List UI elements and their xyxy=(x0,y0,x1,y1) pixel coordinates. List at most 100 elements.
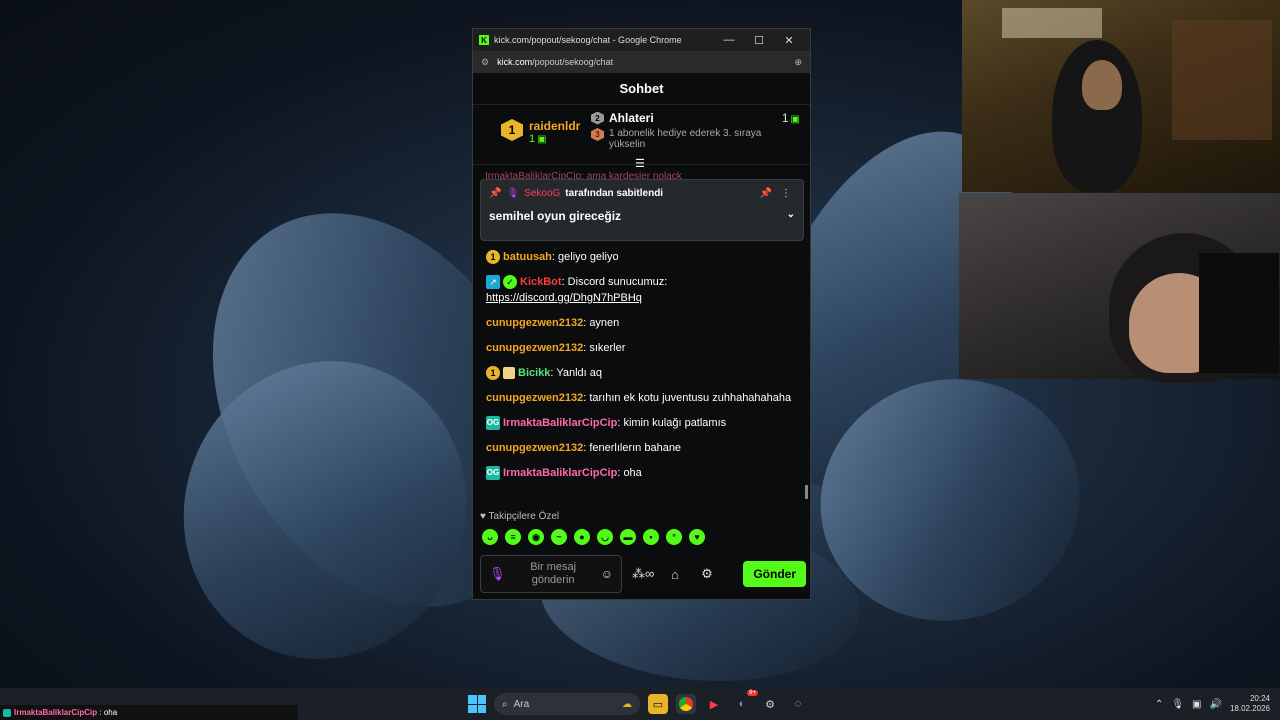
message-placeholder: Bir mesaj gönderin xyxy=(530,561,577,586)
message-input[interactable]: 🎙 Bir mesaj gönderin ☺ xyxy=(480,555,622,593)
taskbar-search[interactable]: ⌕ Ara ☁ xyxy=(494,693,640,715)
settings-gear-icon[interactable]: ⚙ xyxy=(696,566,718,582)
points-icon[interactable]: ⁂∞ xyxy=(632,566,654,582)
collapse-icon[interactable]: ☰ xyxy=(635,157,645,170)
chat-overlay-ticker: IrmaktaBaliklarCipCip : oha xyxy=(0,705,298,720)
gift-icon: ▣ xyxy=(537,134,547,145)
chat-messages: 1 batuusah: geliyo geliyo ↗ ✓ KickBot: Disc… xyxy=(486,249,804,490)
network-icon[interactable]: ▣ xyxy=(1192,699,1201,710)
chat-message: cunupgezwen2132: tarıhın ek kotu juventu… xyxy=(486,390,804,406)
maximize-button[interactable]: ☐ xyxy=(744,34,774,47)
search-highlight-icon: ☁ xyxy=(622,698,632,710)
subscriber-badge-icon: 1 xyxy=(486,366,500,381)
chat-username[interactable]: Bicikk xyxy=(518,367,550,379)
emote-icon[interactable]: ≡ xyxy=(505,529,521,545)
chat-username[interactable]: cunupgezwen2132 xyxy=(486,342,583,354)
send-button[interactable]: Gönder xyxy=(743,561,806,587)
more-options-icon[interactable]: ⋮ xyxy=(777,188,795,199)
leader-second-count: 1 xyxy=(781,111,789,125)
bot-badge-icon: ↗ xyxy=(486,275,500,290)
site-info-icon[interactable]: ⚙ xyxy=(481,57,489,68)
chat-scrollbar[interactable] xyxy=(805,485,808,499)
window-title: kick.com/popout/sekoog/chat - Google Chr… xyxy=(494,35,682,45)
pinned-author[interactable]: SekooG xyxy=(524,188,560,199)
chat-message: OG IrmaktaBaliklarCipCip: oha xyxy=(486,465,804,481)
chrome-icon[interactable] xyxy=(676,694,696,714)
emote-icon[interactable]: ᴗ xyxy=(482,529,498,545)
file-explorer-icon[interactable]: ▭ xyxy=(648,694,668,714)
og-badge-icon: OG xyxy=(486,416,500,431)
unpin-icon[interactable]: 📌 xyxy=(760,188,772,199)
chat-username[interactable]: cunupgezwen2132 xyxy=(486,442,583,454)
chat-username[interactable]: IrmaktaBaliklarCipCip xyxy=(503,417,617,429)
ticker-text: : oha xyxy=(99,708,118,717)
chat-message: ↗ ✓ KickBot: Discord sunucumuz: https://di… xyxy=(486,274,804,306)
chat-username[interactable]: batuusah xyxy=(503,251,552,263)
chat-message: 1 batuusah: geliyo geliyo xyxy=(486,249,804,265)
steam-icon[interactable]: ⚙ xyxy=(760,694,780,714)
emote-icon[interactable]: ° xyxy=(666,529,682,545)
webcam-top xyxy=(962,0,1280,192)
browser-window: K kick.com/popout/sekoog/chat - Google C… xyxy=(472,28,811,600)
kick-logo-icon: K xyxy=(479,35,489,45)
url-path: /popout/sekoog/chat xyxy=(532,57,614,67)
heart-icon: ♥ xyxy=(480,511,489,522)
store-icon[interactable]: ⌂ xyxy=(664,567,686,582)
address-bar[interactable]: ⚙ kick.com/popout/sekoog/chat ⊕ xyxy=(473,51,810,73)
chat-username[interactable]: IrmaktaBaliklarCipCip xyxy=(503,467,617,479)
discord-icon[interactable]: ◐ 9+ xyxy=(732,690,758,714)
chat-text: : fenerlılerın bahane xyxy=(583,442,682,454)
rank-3-badge: 3 xyxy=(591,128,604,141)
chevron-down-icon[interactable]: ⌄ xyxy=(787,209,795,223)
chat-message: 1 Bicikk: Yanldı aq xyxy=(486,365,804,381)
chat-username[interactable]: cunupgezwen2132 xyxy=(486,392,583,404)
gifter-badge-icon xyxy=(503,367,515,380)
leader-first-count: 1 xyxy=(529,133,536,145)
volume-icon[interactable]: 🔊 xyxy=(1210,699,1222,710)
chat-text: : Discord sunucumuz: xyxy=(561,276,668,288)
emote-icon[interactable]: ~ xyxy=(551,529,567,545)
chat-text: : tarıhın ek kotu juventusu zuhhahahahah… xyxy=(583,392,792,404)
emote-icon[interactable]: ◡ xyxy=(597,529,613,545)
system-clock[interactable]: 20:24 18.02.2026 xyxy=(1230,694,1270,714)
microphone-tray-icon[interactable]: 🎙 xyxy=(1171,699,1184,710)
chevron-up-icon[interactable]: ⌃ xyxy=(1155,699,1163,710)
chat-username[interactable]: KickBot xyxy=(520,276,562,288)
windows-start-icon[interactable] xyxy=(468,695,486,713)
emote-icon[interactable]: ♥ xyxy=(689,529,705,545)
chat-header: Sohbet xyxy=(473,73,810,105)
mic-icon: 🎙 xyxy=(489,566,506,581)
leader-second-name[interactable]: Ahlateri xyxy=(609,111,654,125)
og-badge-icon: OG xyxy=(486,466,500,481)
emote-icon[interactable]: ▬ xyxy=(620,529,636,545)
minimize-button[interactable]: — xyxy=(714,34,744,46)
subscriber-badge-icon: 1 xyxy=(486,250,500,265)
ticker-username: IrmaktaBaliklarCipCip xyxy=(14,708,98,717)
og-badge-icon xyxy=(3,708,11,717)
verified-badge-icon: ✓ xyxy=(503,275,517,290)
emoji-picker-icon[interactable]: ☺ xyxy=(601,567,613,581)
emote-icon[interactable]: ● xyxy=(574,529,590,545)
app-icon[interactable]: ◌ xyxy=(788,694,808,714)
pinned-text: semihel oyun gireceğiz xyxy=(489,209,622,223)
webcam-bottom xyxy=(959,193,1280,383)
leader-first-name[interactable]: raidenldr xyxy=(529,119,580,133)
search-placeholder: Ara xyxy=(513,698,530,710)
chat-text: : aynen xyxy=(583,317,620,329)
chat-message: cunupgezwen2132: aynen xyxy=(486,315,804,331)
chat-text: : oha xyxy=(617,467,642,479)
media-player-icon[interactable]: ▶ xyxy=(704,694,724,714)
discord-link[interactable]: https://discord.gg/DhgN7hPBHq xyxy=(486,292,642,304)
rank-2-badge: 2 xyxy=(591,111,604,125)
zoom-icon[interactable]: ⊕ xyxy=(794,57,802,68)
close-button[interactable]: ✕ xyxy=(774,34,804,47)
emote-icon[interactable]: ◉ xyxy=(528,529,544,545)
emote-bar: ᴗ ≡ ◉ ~ ● ◡ ▬ • ° ♥ xyxy=(482,529,705,545)
url-host: kick.com xyxy=(497,57,533,67)
emote-icon[interactable]: • xyxy=(643,529,659,545)
chat-username[interactable]: cunupgezwen2132 xyxy=(486,317,583,329)
chat-composer: 🎙 Bir mesaj gönderin ☺ ⁂∞ ⌂ ⚙ Gönder xyxy=(480,555,806,593)
pinned-message: 📌 🎙 SekooG tarafından sabitlendi 📌 ⋮ sem… xyxy=(480,179,804,241)
search-icon: ⌕ xyxy=(502,698,508,710)
chat-text: : kimin kulağı patlamıs xyxy=(617,417,727,429)
